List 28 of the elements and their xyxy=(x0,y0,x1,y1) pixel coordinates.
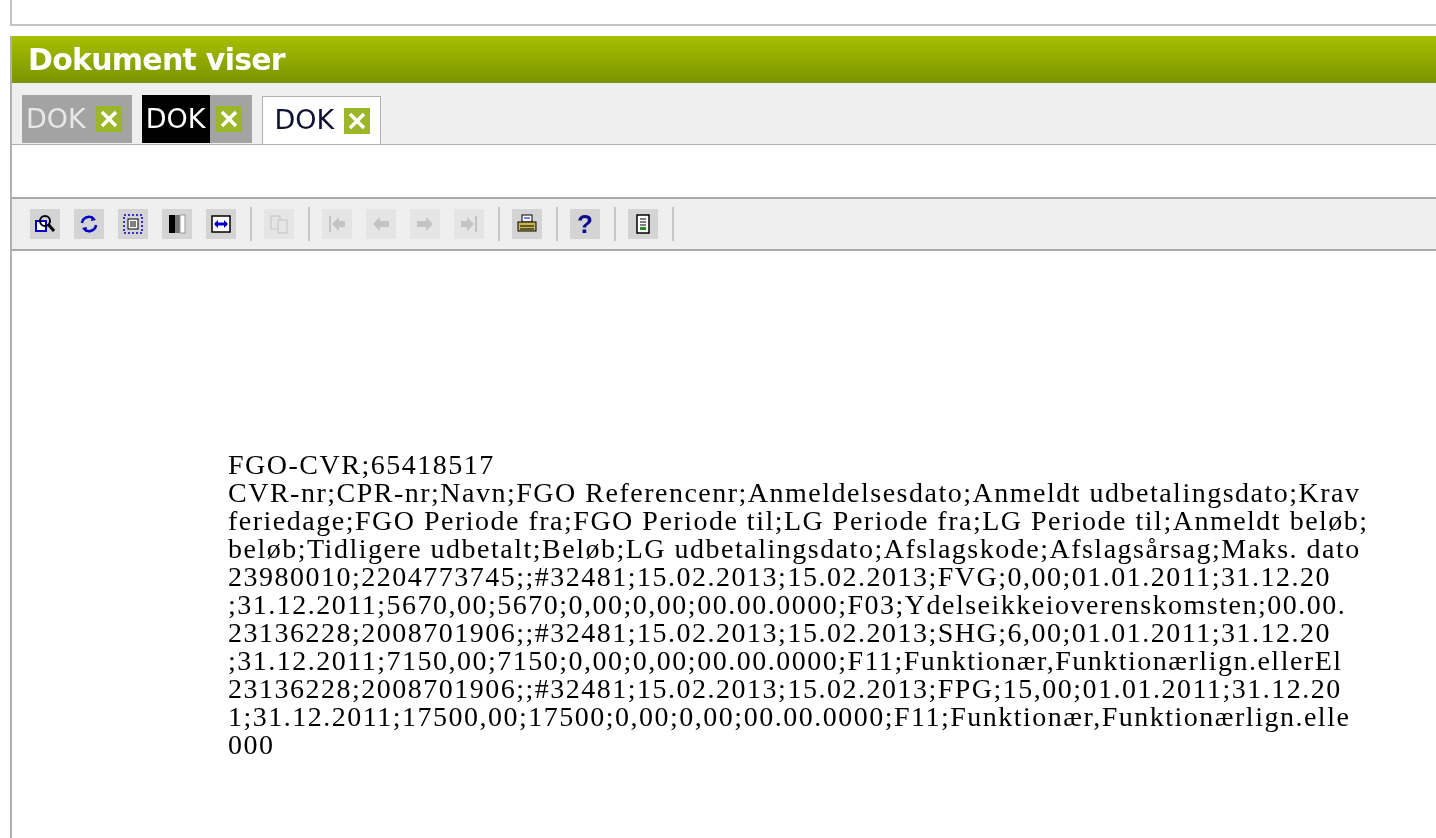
document-text-line: 23136228;2008701906;;#32481;15.02.2013;15.02.2013;FPG;15,00;01.01.2011;31.12.20 xyxy=(228,675,1342,703)
document-text-line: beløb;Tidligere udbetalt;Beløb;LG udbetalingsdato;Afslagskode;Afslagsårsag;Maks. dato xyxy=(228,535,1361,563)
document-text-line: 000 xyxy=(228,731,275,759)
help-button[interactable]: ? xyxy=(570,209,600,239)
close-icon[interactable] xyxy=(95,106,122,132)
document-text-line: FGO-CVR;65418517 xyxy=(228,451,495,479)
document-tab[interactable]: DOK xyxy=(141,95,252,143)
document-text-line: ;31.12.2011;7150,00;7150;0,00;0,00;00.00.0000;F11;Funktionær,Funktionærlign.ellerEl xyxy=(228,647,1343,675)
document-tab[interactable]: DOK xyxy=(261,96,382,144)
close-icon[interactable] xyxy=(344,107,371,134)
panel-title: Dokument viser xyxy=(28,41,285,79)
print-icon[interactable] xyxy=(512,209,542,239)
contrast-icon[interactable] xyxy=(162,209,192,239)
document-text-line: 1;31.12.2011;17500,00;17500;0,00;0,00;00.00.0000;F11;Funktionær,Funktionærlign.elle xyxy=(228,703,1351,731)
tab-label: DOK xyxy=(25,101,87,136)
swap-icon[interactable] xyxy=(206,209,236,239)
tab-label: DOK xyxy=(141,95,210,143)
page-icon[interactable] xyxy=(628,209,658,239)
document-text-line: feriedage;FGO Periode fra;FGO Periode til;LG Periode fra;LG Periode til;Anmeldt beløb; xyxy=(228,507,1369,535)
document-text-line: 23136228;2008701906;;#32481;15.02.2013;15.02.2013;SHG;6,00;01.01.2011;31.12.20 xyxy=(228,619,1331,647)
document-text-line: 23980010;2204773745;;#32481;15.02.2013;15.02.2013;FVG;0,00;01.01.2011;31.12.20 xyxy=(228,563,1331,591)
zoom-icon[interactable] xyxy=(30,209,60,239)
close-icon[interactable] xyxy=(215,106,242,132)
document-text-line: ;31.12.2011;5670,00;5670;0,00;0,00;00.00.0000;F03;Ydelseikkeioverenskomsten;00.00. xyxy=(228,591,1347,619)
fit-icon[interactable] xyxy=(118,209,148,239)
refresh-icon[interactable] xyxy=(74,209,104,239)
document-text-line: CVR-nr;CPR-nr;Navn;FGO Referencenr;Anmeldelsesdato;Anmeldt udbetalingsdato;Krav xyxy=(228,479,1361,507)
tab-label: DOK xyxy=(273,103,336,138)
